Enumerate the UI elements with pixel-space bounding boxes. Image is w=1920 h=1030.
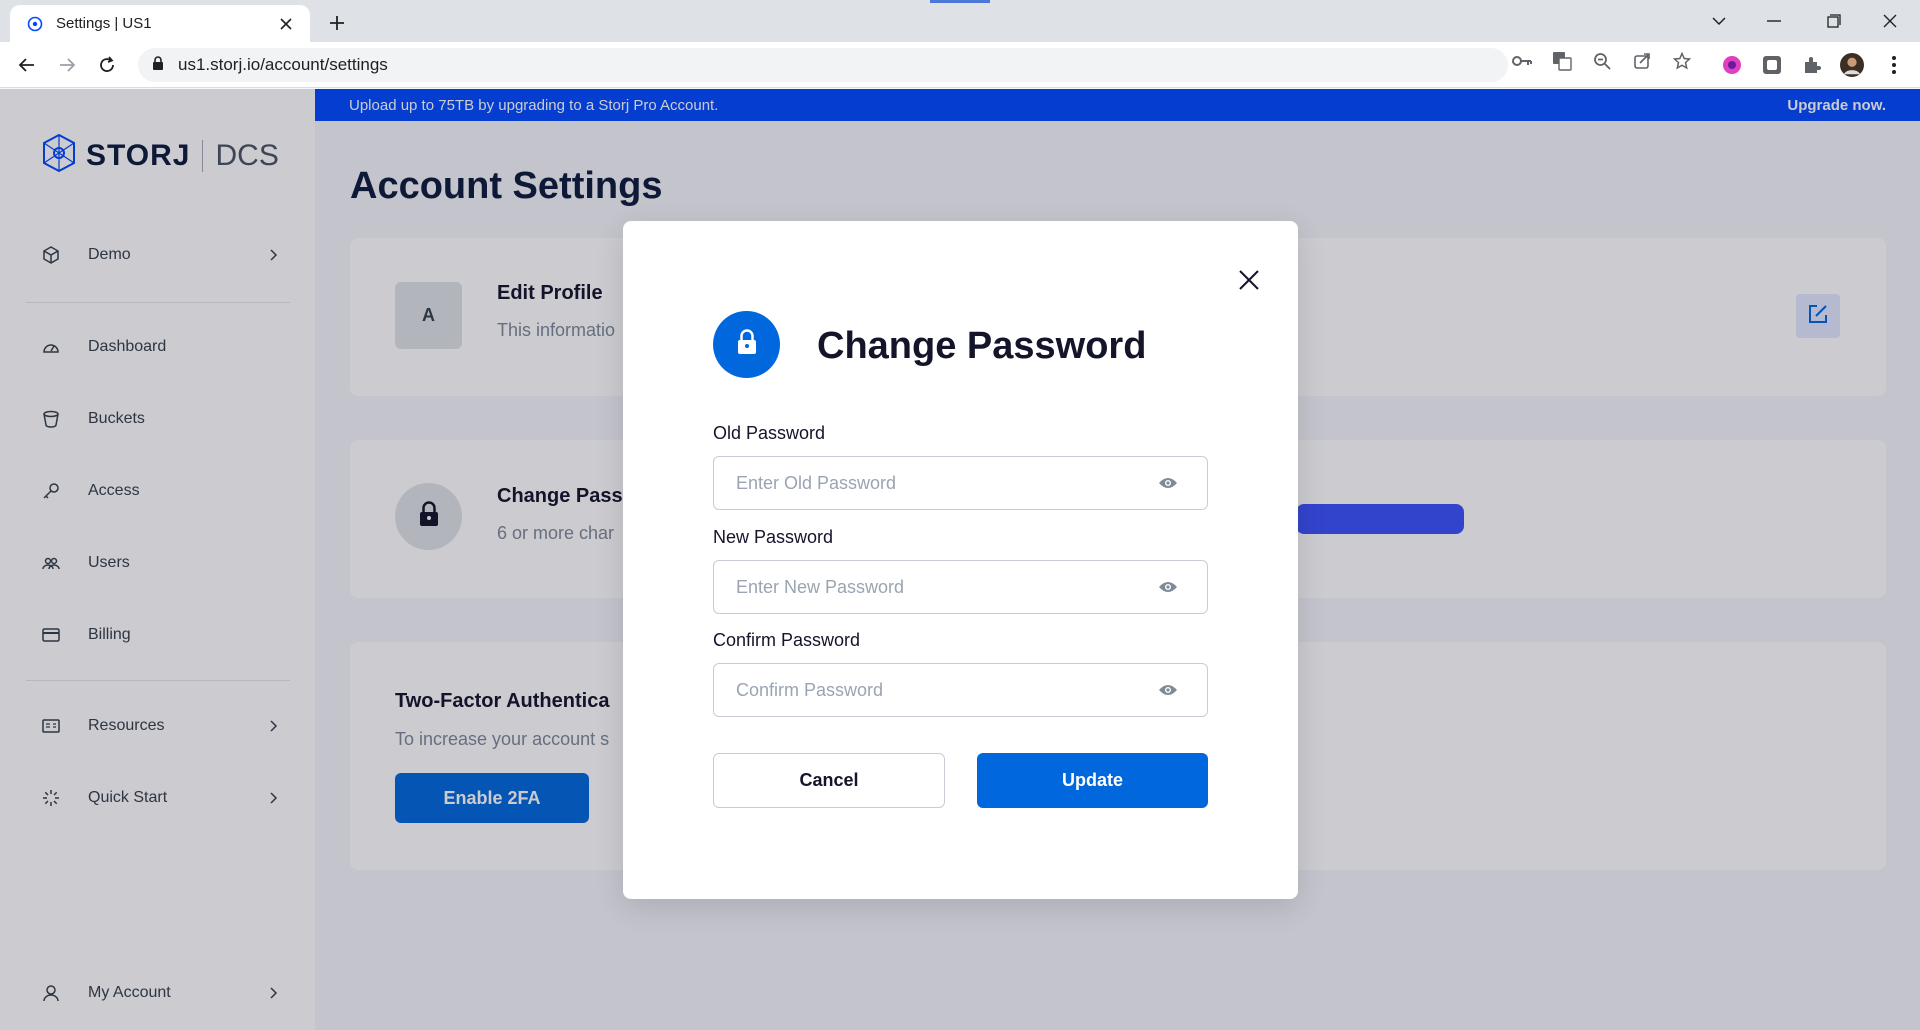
lock-icon bbox=[152, 55, 164, 75]
lock-icon bbox=[736, 329, 758, 360]
share-icon[interactable] bbox=[1631, 50, 1653, 72]
tab-drag-indicator bbox=[930, 0, 990, 3]
cancel-button[interactable]: Cancel bbox=[713, 753, 945, 808]
forward-icon[interactable] bbox=[54, 52, 80, 78]
window-close-icon[interactable] bbox=[1877, 8, 1903, 34]
tab-close-icon[interactable] bbox=[276, 14, 296, 34]
new-password-placeholder: Enter New Password bbox=[736, 576, 905, 597]
extensions-puzzle-icon[interactable] bbox=[1800, 53, 1824, 77]
old-password-placeholder: Enter Old Password bbox=[736, 472, 897, 493]
back-icon[interactable] bbox=[14, 52, 40, 78]
translate-icon[interactable] bbox=[1551, 50, 1573, 72]
eye-icon[interactable] bbox=[1155, 677, 1181, 703]
browser-menu-icon[interactable] bbox=[1882, 53, 1906, 77]
storj-favicon-icon bbox=[26, 15, 44, 33]
key-icon[interactable] bbox=[1511, 50, 1533, 72]
modal-lock-badge bbox=[713, 311, 780, 378]
eye-icon[interactable] bbox=[1155, 470, 1181, 496]
confirm-password-placeholder: Confirm Password bbox=[736, 679, 884, 700]
browser-tab[interactable]: Settings | US1 bbox=[10, 5, 310, 42]
address-bar[interactable]: us1.storj.io/account/settings bbox=[138, 48, 1508, 82]
reload-icon[interactable] bbox=[94, 52, 120, 78]
extension-box-icon[interactable] bbox=[1760, 53, 1784, 77]
url-text: us1.storj.io/account/settings bbox=[178, 55, 388, 74]
new-tab-icon[interactable] bbox=[324, 10, 350, 36]
bookmark-star-icon[interactable] bbox=[1671, 50, 1693, 72]
tab-search-icon[interactable] bbox=[1706, 8, 1732, 34]
old-password-label: Old Password bbox=[713, 423, 826, 443]
highlight-mark bbox=[1296, 504, 1464, 534]
close-icon[interactable] bbox=[1235, 266, 1263, 294]
zoom-out-icon[interactable] bbox=[1591, 50, 1613, 72]
new-password-field[interactable]: Enter New Password bbox=[713, 560, 1208, 614]
browser-tabstrip: Settings | US1 bbox=[0, 0, 1920, 42]
profile-avatar[interactable] bbox=[1840, 53, 1864, 77]
eye-icon[interactable] bbox=[1155, 574, 1181, 600]
tab-title: Settings | US1 bbox=[56, 15, 152, 32]
confirm-password-field[interactable]: Confirm Password bbox=[713, 663, 1208, 717]
change-password-modal: Change Password Old Password Enter Old P… bbox=[623, 221, 1298, 899]
old-password-field[interactable]: Enter Old Password bbox=[713, 456, 1208, 510]
new-password-label: New Password bbox=[713, 527, 834, 547]
browser-toolbar: us1.storj.io/account/settings bbox=[0, 42, 1920, 88]
extension-pink-icon[interactable] bbox=[1720, 53, 1744, 77]
modal-title: Change Password bbox=[817, 325, 1147, 367]
restore-icon[interactable] bbox=[1821, 8, 1847, 34]
confirm-password-label: Confirm Password bbox=[713, 630, 861, 650]
minimize-icon[interactable] bbox=[1761, 8, 1787, 34]
update-button[interactable]: Update bbox=[977, 753, 1208, 808]
